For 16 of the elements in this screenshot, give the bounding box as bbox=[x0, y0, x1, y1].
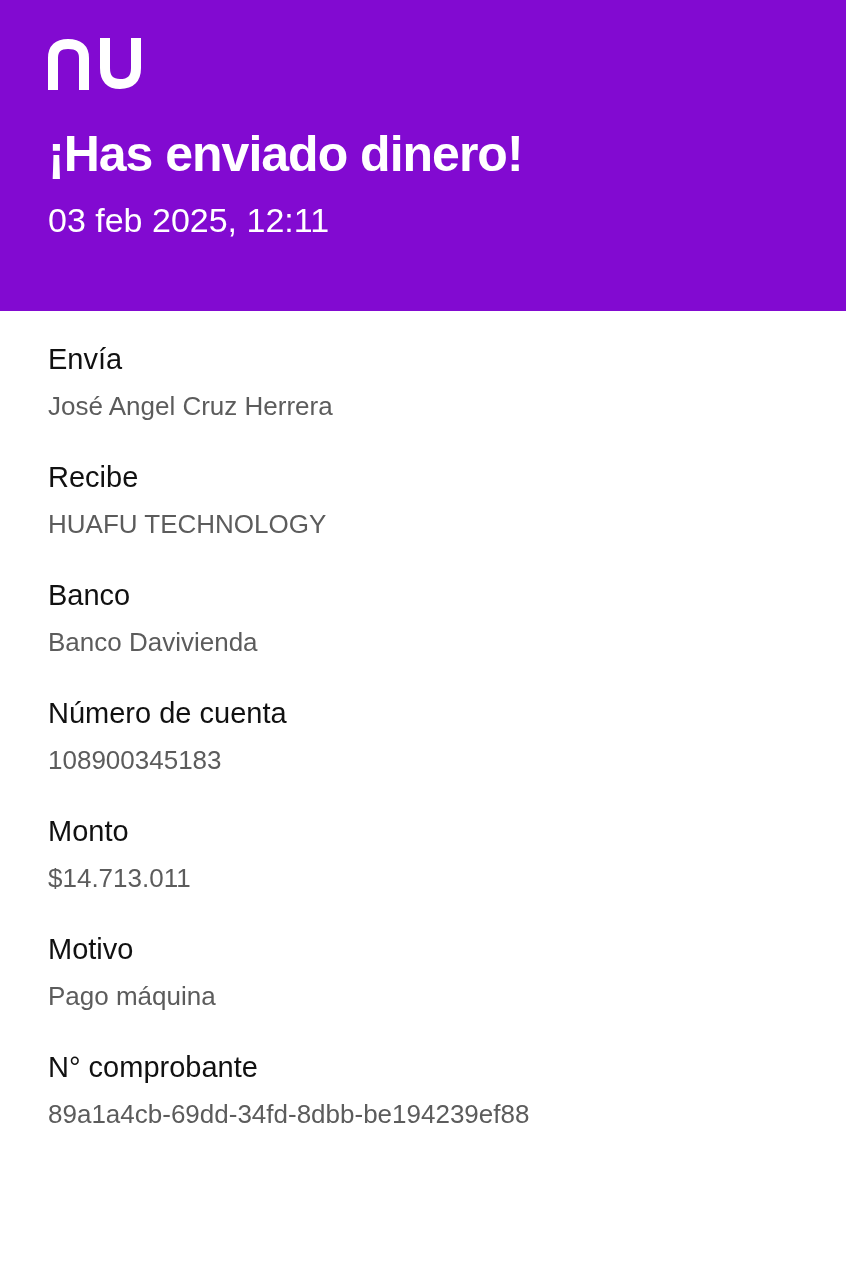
field-value: $14.713.011 bbox=[48, 862, 192, 895]
field-label: N° comprobante bbox=[48, 1050, 259, 1085]
field-label: Motivo bbox=[48, 932, 135, 967]
field-value: José Angel Cruz Herrera bbox=[48, 390, 334, 423]
field-label: Recibe bbox=[48, 460, 140, 495]
page-title: ¡Has enviado dinero! bbox=[48, 125, 524, 184]
field-value: Pago máquina bbox=[48, 980, 217, 1013]
field-value: HUAFU TECHNOLOGY bbox=[48, 508, 328, 541]
field-value: 108900345183 bbox=[48, 744, 223, 777]
field-label: Banco bbox=[48, 578, 132, 613]
transaction-date: 03 feb 2025, 12:11 bbox=[48, 200, 331, 240]
field-value: 89a1a4cb-69dd-34fd-8dbb-be194239ef88 bbox=[48, 1098, 531, 1131]
field-value: Banco Davivienda bbox=[48, 626, 259, 659]
field-label: Envía bbox=[48, 342, 124, 377]
field-label: Número de cuenta bbox=[48, 696, 288, 731]
field-label: Monto bbox=[48, 814, 130, 849]
